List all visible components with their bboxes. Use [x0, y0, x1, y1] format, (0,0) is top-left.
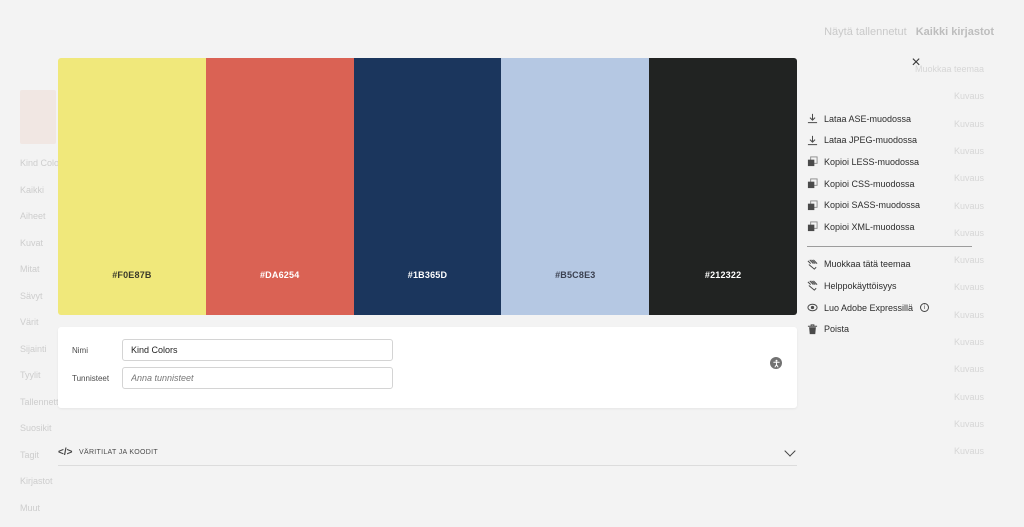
menu-item-label: Luo Adobe Expressillä: [824, 302, 914, 313]
bg-list-item: Suosikit: [20, 423, 52, 433]
bg-list-item: Muut: [20, 502, 41, 513]
bg-list-item: Aiheet: [20, 211, 46, 221]
color-swatch-5[interactable]: #212322: [649, 58, 797, 315]
actions-menu: Lataa ASE-muodossa Lataa JPEG-muodossa Kop…: [807, 108, 977, 340]
tags-row: Tunnisteet: [72, 367, 393, 389]
copy-icon: [807, 178, 824, 189]
menu-item-lataa-ase-muodossa[interactable]: Lataa ASE-muodossa: [807, 108, 977, 130]
bg-list-item: Mitat: [20, 264, 40, 274]
trash-icon: [807, 324, 824, 335]
color-swatch-4[interactable]: #B5C8E3: [501, 58, 650, 315]
bg-list-item: Kuvaus: [953, 91, 984, 102]
bg-library-selector: Näytä tallennetut Kaikki kirjastot: [824, 26, 994, 38]
accordion-label: VÄRITILAT JA KOODIT: [79, 449, 158, 456]
menu-item-label: Helppokäyttöisyys: [824, 280, 897, 291]
bg-list-item: Kaikki: [20, 184, 45, 195]
swatch-hex-label: #B5C8E3: [555, 270, 596, 280]
bg-list-item: Tallennettu: [20, 396, 64, 407]
download-icon: [807, 113, 824, 124]
accessibility-icon: [807, 280, 824, 292]
tags-input[interactable]: [122, 367, 393, 389]
menu-divider: [807, 245, 972, 247]
menu-item-kopioi-sass-muodossa[interactable]: Kopioi SASS-muodossa: [807, 194, 977, 216]
color-swatch-2[interactable]: #DA6254: [205, 58, 354, 315]
menu-item-label: Muokkaa tätä teemaa: [824, 259, 911, 270]
color-swatch-1[interactable]: #F0E87B: [58, 58, 206, 315]
swatch-hex-label: #DA6254: [259, 270, 300, 280]
color-swatch-3[interactable]: #1B365D: [353, 58, 502, 315]
color-palette: #F0E87B #DA6254 #1B365D #B5C8E3 #212322: [58, 58, 797, 315]
menu-item-kopioi-xml-muodossa[interactable]: Kopioi XML-muodossa: [807, 216, 977, 238]
menu-item-label: Lataa JPEG-muodossa: [824, 135, 918, 146]
theme-details-card: Nimi Tunnisteet: [58, 327, 797, 408]
bg-list-item: Kuvaus: [953, 391, 984, 402]
menu-item-label: Poista: [824, 324, 850, 335]
bg-list-item: Tagit: [20, 449, 40, 460]
info-icon[interactable]: i: [920, 303, 930, 313]
name-label: Nimi: [72, 345, 88, 355]
chevron-down-icon[interactable]: [784, 445, 796, 457]
bg-list-item: Kuvaus: [953, 364, 984, 375]
theme-actions: Muokkaa tätä teemaa Helppokäyttöisyys Luo …: [807, 254, 977, 340]
bg-thumbnail: [20, 90, 56, 144]
menu-item-kopioi-less-muodossa[interactable]: Kopioi LESS-muodossa: [807, 151, 977, 173]
swatch-hex-label: #1B365D: [407, 270, 448, 280]
bg-list-item: Sävyt: [20, 290, 43, 301]
menu-item-lataa-jpeg-muodossa[interactable]: Lataa JPEG-muodossa: [807, 130, 977, 152]
menu-item-label: Lataa ASE-muodossa: [824, 113, 912, 124]
menu-item-luo-adobe-expressill[interactable]: Luo Adobe Expressillä i: [807, 297, 977, 319]
code-icon: </>: [58, 447, 73, 458]
menu-item-poista[interactable]: Poista: [807, 318, 977, 340]
accessibility-icon[interactable]: [770, 357, 782, 369]
bg-list-item: Kuvat: [20, 237, 44, 248]
menu-item-muokkaa-t-t-teemaa[interactable]: Muokkaa tätä teemaa: [807, 254, 977, 276]
bg-list-item: Kuvaus: [953, 446, 984, 457]
name-input[interactable]: [122, 339, 393, 361]
swatch-hex-label: #212322: [704, 270, 742, 280]
name-row: Nimi: [72, 339, 393, 361]
copy-icon: [807, 156, 824, 167]
edit-theme-icon: [807, 259, 824, 270]
bg-library-selector-value: Kaikki kirjastot: [915, 26, 994, 38]
bg-list-item: Tyylit: [20, 370, 41, 380]
menu-item-label: Kopioi SASS-muodossa: [824, 200, 921, 211]
copy-icon: [807, 221, 824, 232]
close-button[interactable]: ×: [909, 55, 923, 71]
bg-list-item: Värit: [20, 317, 39, 327]
bg-list-item: Muokkaa teemaa: [914, 64, 984, 74]
menu-item-label: Kopioi LESS-muodossa: [824, 156, 920, 167]
swatch-hex-label: #F0E87B: [112, 270, 152, 280]
bg-list-item: Sijainti: [20, 343, 47, 354]
download-icon: [807, 135, 824, 146]
express-icon: [807, 302, 824, 313]
bg-list-item: Kirjastot: [20, 476, 53, 486]
bg-library-selector-label: Näytä tallennetut: [824, 26, 907, 38]
tags-label: Tunnisteet: [72, 373, 110, 383]
bg-list-item: Kuvaus: [953, 418, 984, 429]
menu-item-label: Kopioi CSS-muodossa: [824, 178, 915, 189]
menu-item-helppok-ytt-isyys[interactable]: Helppokäyttöisyys: [807, 275, 977, 297]
menu-item-kopioi-css-muodossa[interactable]: Kopioi CSS-muodossa: [807, 173, 977, 195]
menu-item-label: Kopioi XML-muodossa: [824, 221, 915, 232]
color-modes-accordion[interactable]: </> VÄRITILAT JA KOODIT: [58, 440, 797, 466]
copy-icon: [807, 200, 824, 211]
export-actions: Lataa ASE-muodossa Lataa JPEG-muodossa Kop…: [807, 108, 977, 238]
